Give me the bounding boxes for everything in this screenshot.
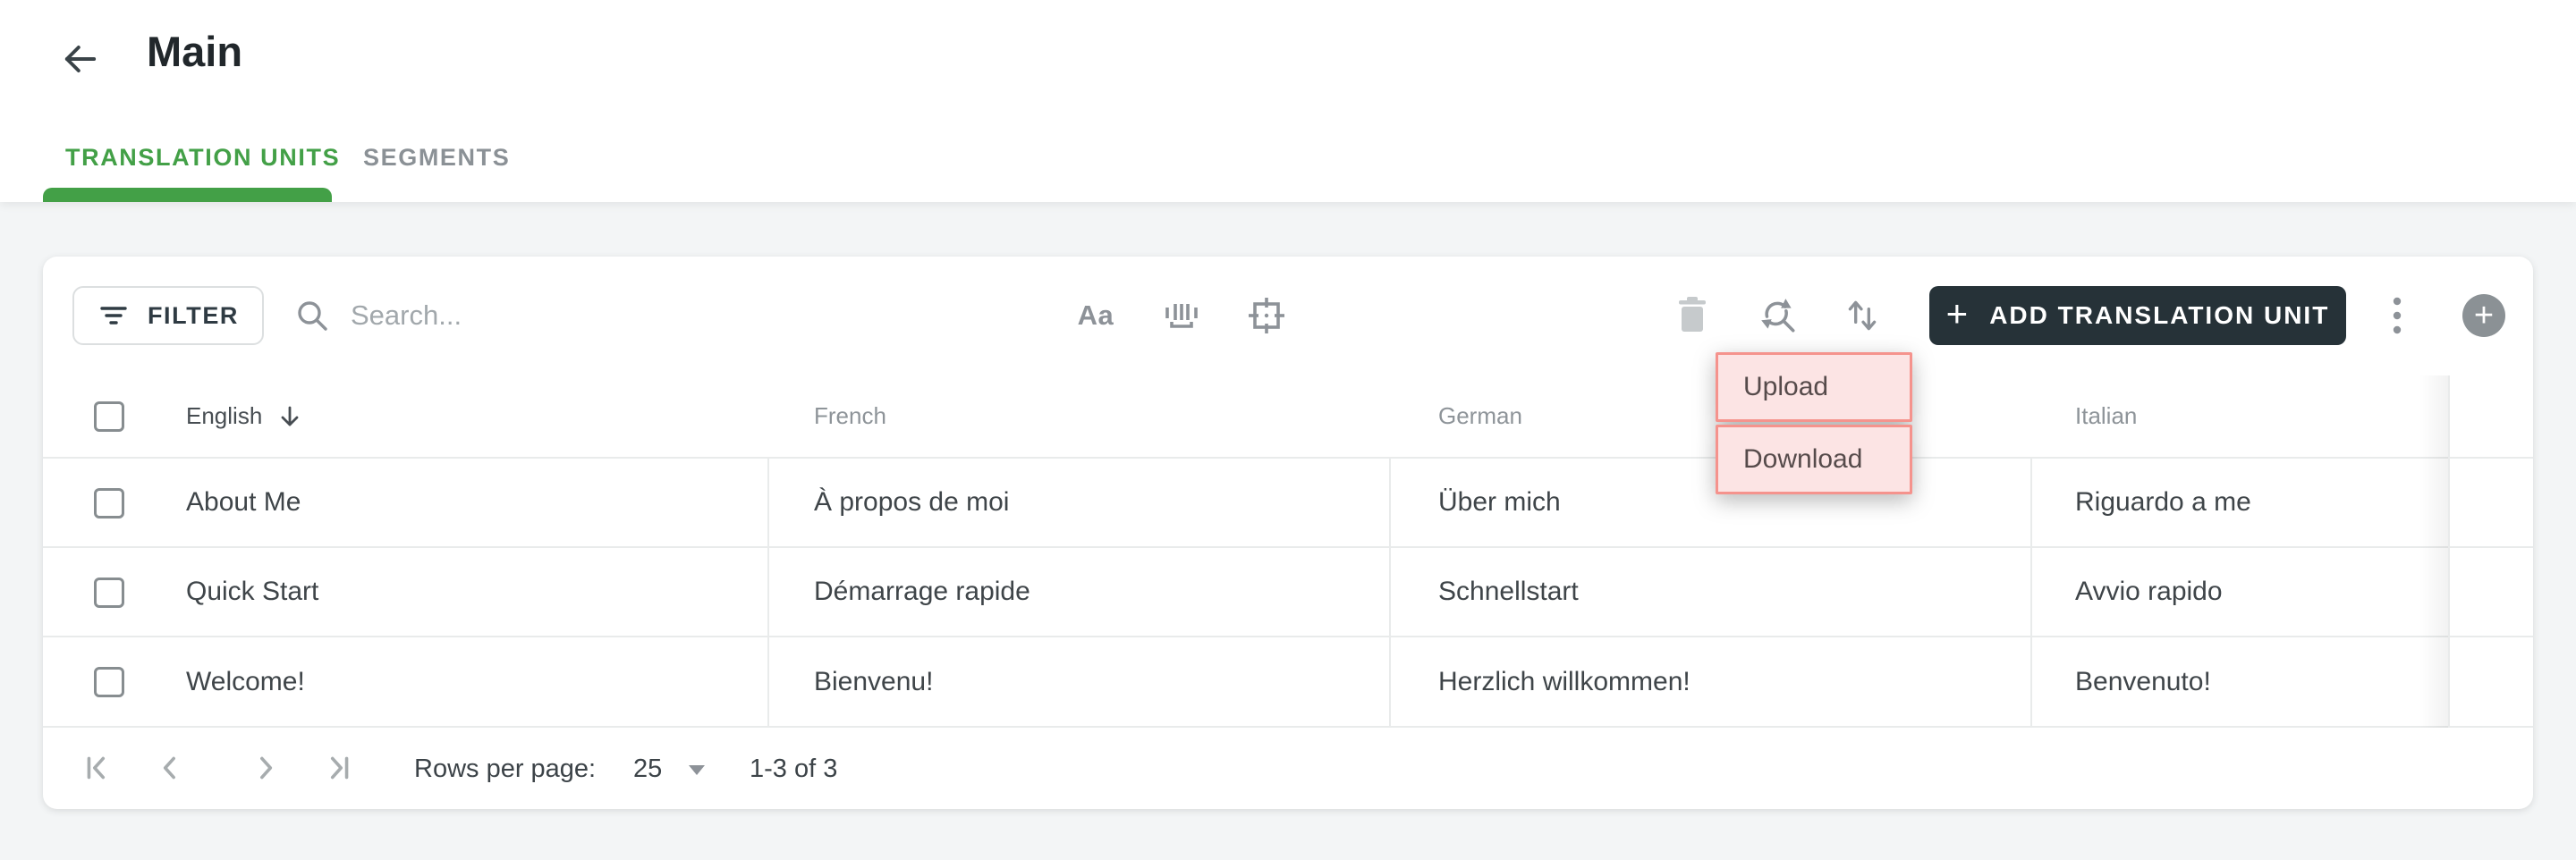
filter-button[interactable]: FILTER — [72, 286, 264, 345]
table-row: About Me À propos de moi Über mich Rigua… — [43, 459, 2533, 548]
menu-item-download[interactable]: Download — [1716, 425, 1912, 494]
column-header-german-label: German — [1438, 402, 1522, 429]
trash-icon — [1675, 296, 1709, 335]
focus-frame-toggle-button[interactable] — [1235, 284, 1298, 347]
chevron-left-icon — [154, 751, 188, 785]
cell-german[interactable]: Über mich — [1438, 459, 1561, 546]
back-button[interactable] — [48, 27, 113, 91]
page-title: Main — [147, 28, 243, 75]
cell-italian[interactable]: Benvenuto! — [2075, 637, 2211, 726]
column-header-italian[interactable]: Italian — [2075, 375, 2137, 457]
scroll-shadow — [2419, 375, 2448, 728]
table-header-row: English French German Italian — [43, 375, 2533, 459]
cell-italian[interactable]: Avvio rapido — [2075, 548, 2223, 636]
menu-item-upload[interactable]: Upload — [1716, 352, 1912, 422]
select-all-checkbox[interactable] — [94, 401, 124, 432]
app-bar: Main TRANSLATION UNITS SEGMENTS — [0, 0, 2576, 202]
filter-icon — [97, 302, 130, 329]
find-replace-button[interactable] — [1747, 284, 1809, 347]
first-page-icon — [81, 751, 115, 785]
search-icon — [293, 297, 331, 334]
last-page-icon — [320, 751, 354, 785]
cell-english[interactable]: Welcome! — [186, 637, 305, 726]
swap-vertical-icon — [1843, 295, 1881, 336]
column-divider — [1389, 459, 1391, 728]
page-range-label: 1-3 of 3 — [750, 755, 838, 783]
search-box — [293, 286, 923, 345]
caret-down-icon[interactable] — [689, 765, 705, 775]
column-header-german[interactable]: German — [1438, 375, 1522, 457]
sort-order-button[interactable] — [1831, 284, 1894, 347]
arrow-down-icon — [276, 403, 303, 430]
column-header-french[interactable]: French — [814, 375, 886, 457]
import-export-menu: Upload Download — [1716, 352, 1912, 494]
cell-german[interactable]: Herzlich willkommen! — [1438, 637, 1690, 726]
end-column-divider — [2448, 375, 2450, 728]
row-checkbox[interactable] — [94, 578, 124, 608]
table-toolbar: FILTER Aa — [43, 257, 2533, 375]
add-translation-unit-label: ADD TRANSLATION UNIT — [1989, 301, 2330, 329]
first-page-button[interactable] — [76, 746, 121, 790]
cell-french[interactable]: Bienvenu! — [814, 637, 933, 726]
cell-english[interactable]: About Me — [186, 459, 301, 546]
aa-icon: Aa — [1077, 299, 1114, 331]
cell-french[interactable]: Démarrage rapide — [814, 548, 1030, 636]
search-input[interactable] — [351, 299, 923, 332]
column-header-english[interactable]: English — [186, 375, 303, 457]
add-circle-button[interactable]: + — [2462, 294, 2505, 337]
row-checkbox[interactable] — [94, 488, 124, 519]
barcode-view-toggle-button[interactable] — [1150, 284, 1213, 347]
table-row: Welcome! Bienvenu! Herzlich willkommen! … — [43, 637, 2533, 728]
table-row: Quick Start Démarrage rapide Schnellstar… — [43, 548, 2533, 637]
table-footer: Rows per page: 25 1-3 of 3 — [43, 728, 2533, 809]
rows-per-page-label: Rows per page: — [414, 755, 597, 783]
cell-italian[interactable]: Riguardo a me — [2075, 459, 2251, 546]
cell-german[interactable]: Schnellstart — [1438, 548, 1579, 636]
row-checkbox[interactable] — [94, 667, 124, 697]
barcode-icon — [1160, 296, 1203, 335]
column-divider — [2030, 459, 2032, 728]
delete-button[interactable] — [1661, 284, 1724, 347]
column-header-english-label: English — [186, 402, 263, 429]
tab-segments[interactable]: SEGMENTS — [363, 144, 510, 172]
more-options-button[interactable] — [2366, 284, 2428, 347]
cell-french[interactable]: À propos de moi — [814, 459, 1009, 546]
crosshair-frame-icon — [1245, 294, 1288, 337]
filter-button-label: FILTER — [147, 301, 240, 329]
add-translation-unit-button[interactable]: + ADD TRANSLATION UNIT — [1929, 286, 2346, 345]
plus-icon: + — [1945, 292, 1970, 334]
cell-english[interactable]: Quick Start — [186, 548, 318, 636]
next-page-button[interactable] — [242, 746, 287, 790]
column-header-french-label: French — [814, 402, 886, 429]
previous-page-button[interactable] — [148, 746, 193, 790]
add-circle-plus-icon: + — [2473, 297, 2495, 334]
last-page-button[interactable] — [315, 746, 360, 790]
text-case-toggle-button[interactable]: Aa — [1064, 284, 1127, 347]
column-header-italian-label: Italian — [2075, 402, 2138, 429]
column-divider — [767, 459, 769, 728]
kebab-menu-icon — [2393, 296, 2402, 335]
active-tab-indicator — [43, 188, 332, 202]
screen: Main TRANSLATION UNITS SEGMENTS FILTER S… — [0, 0, 2576, 860]
find-replace-icon — [1758, 295, 1799, 336]
rows-per-page-select[interactable]: 25 — [633, 754, 662, 784]
arrow-left-icon — [57, 36, 104, 82]
chevron-right-icon — [248, 751, 282, 785]
translation-units-card: FILTER Aa — [43, 257, 2533, 809]
tab-translation-units[interactable]: TRANSLATION UNITS — [65, 144, 340, 172]
